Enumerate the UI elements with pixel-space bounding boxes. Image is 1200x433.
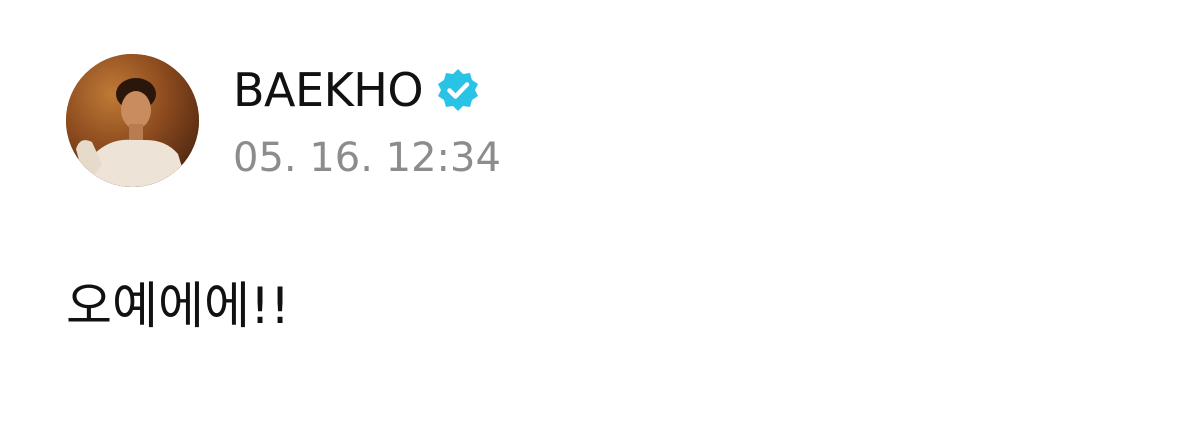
author-row: BAEKHO	[233, 62, 481, 118]
author-name[interactable]: BAEKHO	[233, 62, 424, 118]
post-card: BAEKHO 05. 16. 12:34 오예에에!!	[0, 0, 1200, 433]
avatar[interactable]	[66, 54, 199, 187]
verified-badge-icon	[435, 67, 481, 113]
post-body-text: 오예에에!!	[66, 277, 291, 335]
avatar-photo-icon	[66, 54, 199, 187]
post-timestamp: 05. 16. 12:34	[233, 135, 501, 181]
